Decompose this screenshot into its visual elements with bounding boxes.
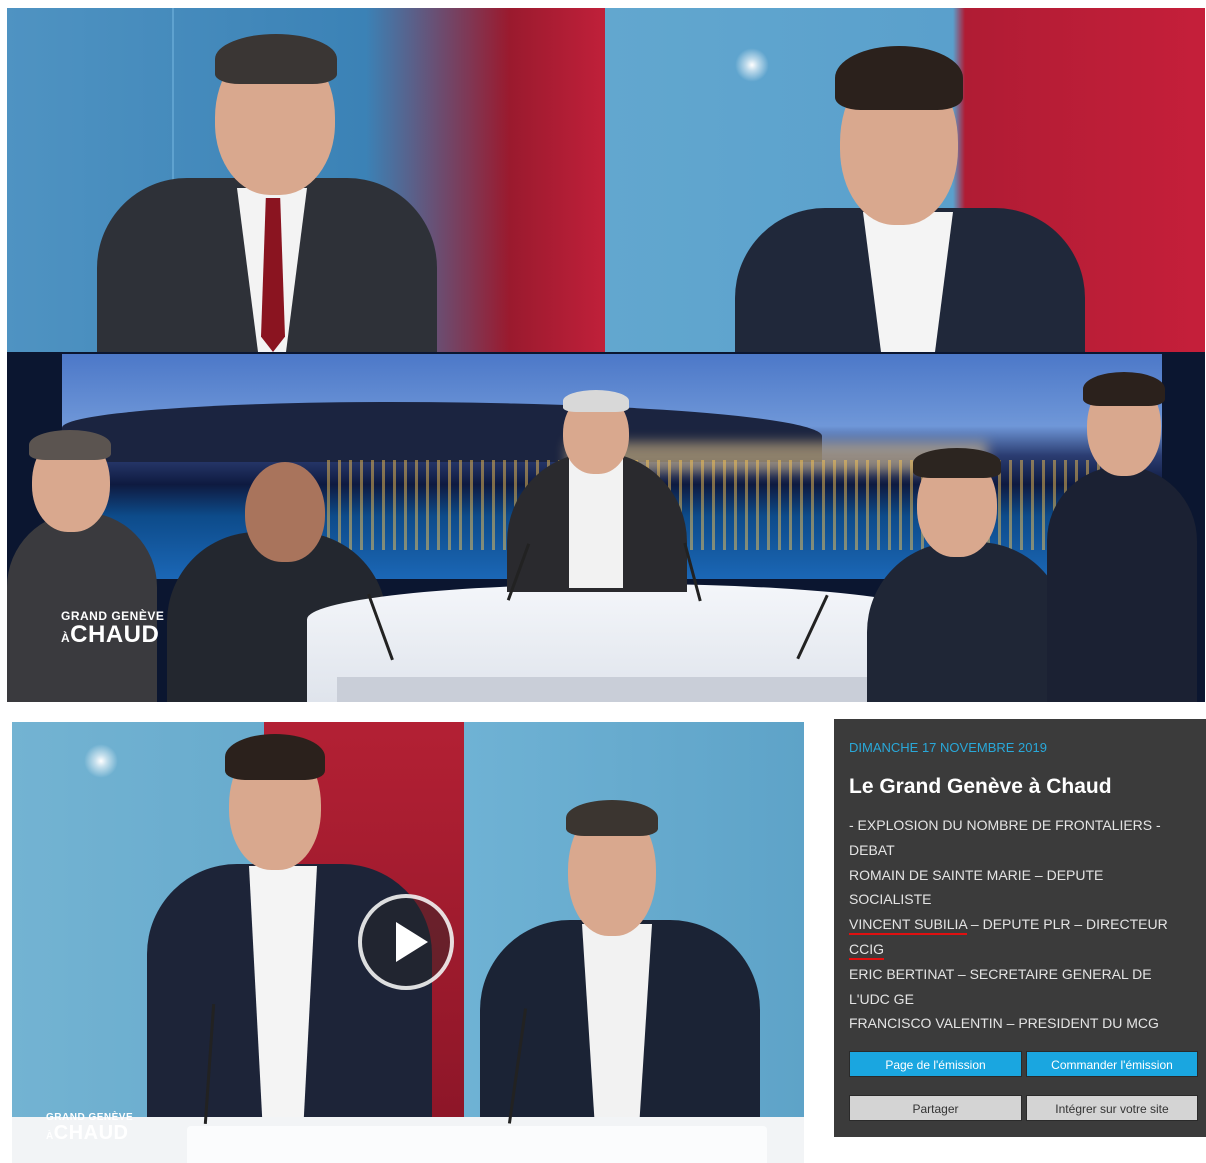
guest-name-highlight: VINCENT SUBILIA: [849, 916, 968, 933]
episode-page-button[interactable]: Page de l'émission: [849, 1051, 1022, 1077]
guest-right-front: [867, 448, 1067, 702]
host-hair: [563, 390, 629, 412]
logo-line-2: ÀCHAUD: [61, 623, 164, 650]
light-flare: [84, 744, 118, 778]
host-shirt: [569, 458, 623, 588]
description-line: VINCENT SUBILIA – DEPUTE PLR – DIRECTEUR: [849, 912, 1199, 937]
play-button[interactable]: [358, 894, 454, 990]
video-player[interactable]: GRAND GENÈVE ÀCHAUD: [12, 722, 804, 1163]
episode-info-panel: DIMANCHE 17 NOVEMBRE 2019 Le Grand Genèv…: [834, 719, 1206, 1137]
organization-highlight: CCIG: [849, 940, 884, 957]
episode-date: DIMANCHE 17 NOVEMBRE 2019: [849, 740, 1047, 755]
description-line: CCIG: [849, 937, 1199, 962]
logo-line-2: ÀCHAUD: [46, 1123, 133, 1147]
description-line: L'UDC GE: [849, 990, 914, 1007]
description-line: DEBAT: [849, 841, 895, 858]
show-logo: GRAND GENÈVE ÀCHAUD: [46, 1112, 133, 1147]
logo-chaud: CHAUD: [53, 1122, 129, 1144]
guest-far-right: [1047, 372, 1197, 702]
guest-video-right-hair: [566, 800, 658, 836]
video-desk-front: [187, 1126, 767, 1163]
description-line: ERIC BERTINAT – SECRETAIRE GENERAL DE: [849, 965, 1152, 982]
speaker-right-frame: [605, 8, 1205, 352]
description-line: ROMAIN DE SAINTE MARIE – DEPUTE: [849, 866, 1104, 883]
play-icon: [396, 922, 428, 962]
episode-description: - EXPLOSION DU NOMBRE DE FRONTALIERS - D…: [849, 813, 1199, 1036]
guest-far-right-hair: [1083, 372, 1165, 406]
guest-back-left-head: [245, 462, 325, 562]
speaker-left-frame: [7, 8, 605, 352]
speaker-right-hair: [835, 46, 963, 110]
logo-a-grave: À: [46, 1131, 54, 1142]
studio-desk-front: [337, 677, 917, 702]
guest-far-left-jacket: [7, 512, 157, 702]
speaker-left-hair: [215, 34, 337, 84]
guest-role: – DEPUTE PLR – DIRECTEUR: [967, 916, 1168, 933]
logo-a-grave: À: [61, 631, 71, 645]
guest-video-left-hair: [225, 734, 325, 780]
order-episode-button[interactable]: Commander l'émission: [1026, 1051, 1198, 1077]
guest-far-left: [7, 430, 167, 702]
episode-title: Le Grand Genève à Chaud: [849, 775, 1112, 798]
description-line: FRANCISCO VALENTIN – PRESIDENT DU MCG: [849, 1015, 1159, 1032]
host: [507, 390, 687, 592]
guest-far-right-jacket: [1047, 466, 1197, 702]
description-line: - EXPLOSION DU NOMBRE DE FRONTALIERS -: [849, 817, 1161, 833]
guest-video-right: [480, 800, 770, 1150]
guest-right-front-jacket: [867, 542, 1067, 702]
share-button[interactable]: Partager: [849, 1095, 1022, 1121]
guest-far-left-hair: [29, 430, 111, 460]
show-logo: GRAND GENÈVE ÀCHAUD: [61, 610, 164, 650]
studio-wide-shot: GRAND GENÈVE ÀCHAUD: [7, 352, 1205, 702]
guest-right-front-hair: [913, 448, 1001, 478]
speaker-left: [97, 28, 457, 352]
description-line: SOCIALISTE: [849, 891, 932, 908]
logo-chaud: CHAUD: [70, 621, 160, 648]
embed-button[interactable]: Intégrer sur votre site: [1026, 1095, 1198, 1121]
speaker-right: [735, 38, 1095, 352]
